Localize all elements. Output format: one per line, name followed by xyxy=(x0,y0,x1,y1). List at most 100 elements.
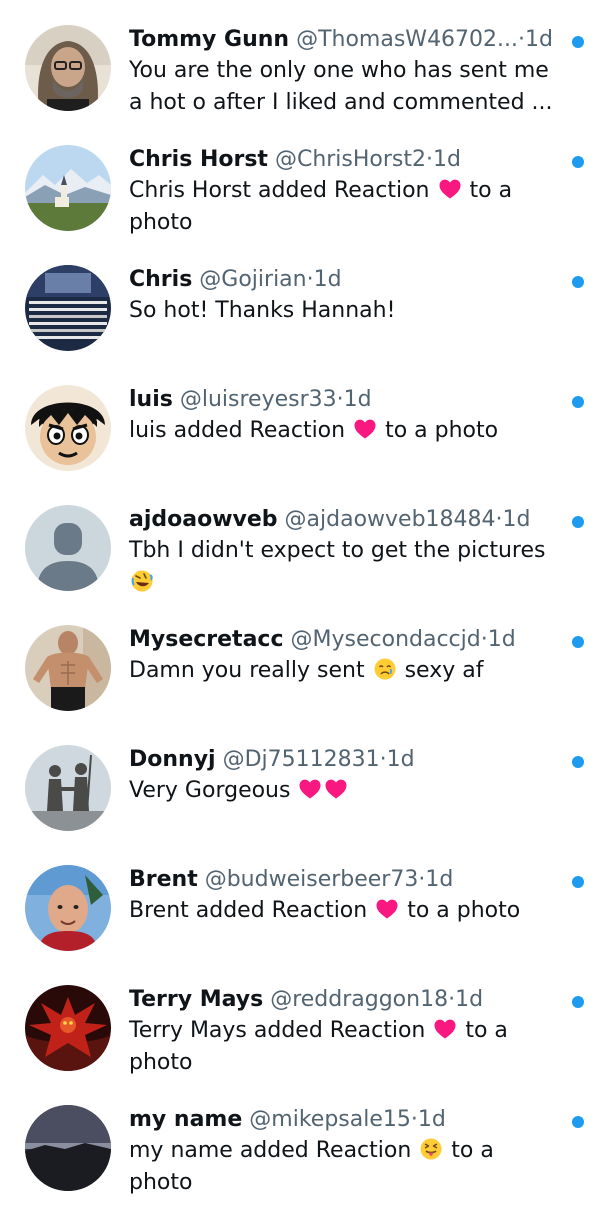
display-name[interactable]: Chris xyxy=(129,267,192,292)
notification-header: Donnyj @Dj75112831·1d xyxy=(129,745,559,775)
message-text: to a photo xyxy=(400,898,521,923)
separator-dot: · xyxy=(306,267,314,292)
notification-message: Terry Mays added Reaction to a photo xyxy=(129,1015,559,1079)
timestamp: 1d xyxy=(487,627,516,652)
notification-message: You are the only one who has sent me a ho… xyxy=(129,55,559,119)
notification-row[interactable]: Brent @budweiserbeer73·1d Brent added Rea… xyxy=(0,865,614,983)
notification-row[interactable]: Chris Horst @ChrisHorst2·1d Chris Horst a… xyxy=(0,145,614,263)
unread-indicator-dot xyxy=(572,396,584,408)
message-text: a hot o after I liked and commented ... xyxy=(129,90,553,115)
movie-poster-text-avatar[interactable] xyxy=(25,265,111,351)
notification-content: Brent @budweiserbeer73·1d Brent added Rea… xyxy=(129,865,559,927)
notification-message: Chris Horst added Reaction to a photo xyxy=(129,175,559,239)
user-handle[interactable]: @ChrisHorst2 xyxy=(275,147,426,172)
long-haired-bearded-man-avatar[interactable] xyxy=(25,25,111,111)
unread-indicator-dot xyxy=(572,876,584,888)
rolling-laughing-emoji xyxy=(130,569,154,593)
user-handle[interactable]: @Mysecondaccjd xyxy=(291,627,481,652)
display-name[interactable]: Chris Horst xyxy=(129,147,268,172)
church-mountain-landscape-avatar[interactable] xyxy=(25,145,111,231)
notification-content: Chris Horst @ChrisHorst2·1d Chris Horst a… xyxy=(129,145,559,239)
separator-dot: · xyxy=(495,507,503,532)
user-handle[interactable]: @ajdaowveb18484 xyxy=(285,507,496,532)
display-name[interactable]: my name xyxy=(129,1107,242,1132)
message-text: to a xyxy=(462,178,513,203)
notification-message: Damn you really sent sexy af xyxy=(129,655,559,687)
unread-indicator-dot xyxy=(572,996,584,1008)
display-name[interactable]: Terry Mays xyxy=(129,987,263,1012)
red-heart-emoji xyxy=(438,177,462,201)
notification-content: Tommy Gunn @ThomasW46702...·1d You are th… xyxy=(129,25,559,119)
message-text: Chris Horst added Reaction xyxy=(129,178,437,203)
display-name[interactable]: Mysecretacc xyxy=(129,627,284,652)
notification-row[interactable]: luis @luisreyesr33·1d luis added Reaction… xyxy=(0,385,614,503)
separator-dot: · xyxy=(426,147,434,172)
user-handle[interactable]: @ThomasW46702... xyxy=(296,27,518,52)
user-handle[interactable]: @luisreyesr33 xyxy=(180,387,337,412)
message-text: to a xyxy=(444,1138,494,1163)
anime-character-avatar[interactable] xyxy=(25,385,111,471)
notification-row[interactable]: my name @mikepsale15·1d my name added Rea… xyxy=(0,1105,614,1223)
user-handle[interactable]: @Gojirian xyxy=(199,267,306,292)
weary-face-emoji xyxy=(373,657,397,681)
timestamp: 1d xyxy=(417,1107,446,1132)
notification-header: ajdoaowveb @ajdaowveb18484·1d xyxy=(129,505,559,535)
timestamp: 1d xyxy=(343,387,372,412)
red-heart-emoji xyxy=(353,417,377,441)
display-name[interactable]: Donnyj xyxy=(129,747,216,772)
statue-figures-avatar[interactable] xyxy=(25,745,111,831)
message-text: photo xyxy=(129,210,193,235)
notification-message: Brent added Reaction to a photo xyxy=(129,895,559,927)
bald-man-selfie-avatar[interactable] xyxy=(25,865,111,951)
notification-row[interactable]: Donnyj @Dj75112831·1d Very Gorgeous xyxy=(0,745,614,863)
shirtless-man-avatar[interactable] xyxy=(25,625,111,711)
unread-indicator-dot xyxy=(572,36,584,48)
display-name[interactable]: Tommy Gunn xyxy=(129,27,289,52)
unread-indicator-dot xyxy=(572,1116,584,1128)
notification-row[interactable]: Terry Mays @reddraggon18·1d Terry Mays ad… xyxy=(0,985,614,1103)
unread-indicator-dot xyxy=(572,156,584,168)
notification-header: Mysecretacc @Mysecondaccjd·1d xyxy=(129,625,559,655)
notification-row[interactable]: Chris @Gojirian·1d So hot! Thanks Hannah! xyxy=(0,265,614,383)
timestamp: 1d xyxy=(455,987,484,1012)
separator-dot: · xyxy=(480,627,488,652)
unread-indicator-dot xyxy=(572,756,584,768)
timestamp: 1d xyxy=(433,147,461,172)
message-text: Terry Mays added Reaction xyxy=(129,1018,433,1043)
notification-list: Tommy Gunn @ThomasW46702...·1d You are th… xyxy=(0,0,614,1200)
display-name[interactable]: ajdoaowveb xyxy=(129,507,278,532)
timestamp: 1d xyxy=(313,267,342,292)
notification-content: Donnyj @Dj75112831·1d Very Gorgeous xyxy=(129,745,559,807)
notification-header: luis @luisreyesr33·1d xyxy=(129,385,559,415)
default-person-avatar[interactable] xyxy=(25,505,111,591)
message-text: sexy af xyxy=(397,658,484,683)
notification-content: Terry Mays @reddraggon18·1d Terry Mays ad… xyxy=(129,985,559,1079)
message-text: photo xyxy=(129,1050,193,1075)
message-text: You are the only one who has sent me xyxy=(129,58,549,83)
red-heart-emoji xyxy=(324,777,348,801)
user-handle[interactable]: @budweiserbeer73 xyxy=(205,867,419,892)
user-handle[interactable]: @reddraggon18 xyxy=(270,987,448,1012)
notification-header: Brent @budweiserbeer73·1d xyxy=(129,865,559,895)
message-text: my name added Reaction xyxy=(129,1138,419,1163)
red-heart-emoji xyxy=(433,1017,457,1041)
notification-row[interactable]: Tommy Gunn @ThomasW46702...·1d You are th… xyxy=(0,25,614,143)
separator-dot: · xyxy=(518,27,526,52)
message-text: luis added Reaction xyxy=(129,418,353,443)
timestamp: 1d xyxy=(525,27,553,52)
red-dragon-avatar[interactable] xyxy=(25,985,111,1071)
display-name[interactable]: luis xyxy=(129,387,173,412)
notification-message: So hot! Thanks Hannah! xyxy=(129,295,559,327)
user-handle[interactable]: @mikepsale15 xyxy=(249,1107,411,1132)
display-name[interactable]: Brent xyxy=(129,867,198,892)
unread-indicator-dot xyxy=(572,516,584,528)
red-heart-emoji xyxy=(375,897,399,921)
notification-row[interactable]: ajdoaowveb @ajdaowveb18484·1d Tbh I didn'… xyxy=(0,505,614,623)
notification-row[interactable]: Mysecretacc @Mysecondaccjd·1d Damn you re… xyxy=(0,625,614,743)
message-text: Very Gorgeous xyxy=(129,778,298,803)
dusk-landscape-avatar[interactable] xyxy=(25,1105,111,1191)
message-text: Damn you really sent xyxy=(129,658,372,683)
notification-content: Mysecretacc @Mysecondaccjd·1d Damn you re… xyxy=(129,625,559,687)
user-handle[interactable]: @Dj75112831 xyxy=(223,747,380,772)
notification-header: Tommy Gunn @ThomasW46702...·1d xyxy=(129,25,559,55)
